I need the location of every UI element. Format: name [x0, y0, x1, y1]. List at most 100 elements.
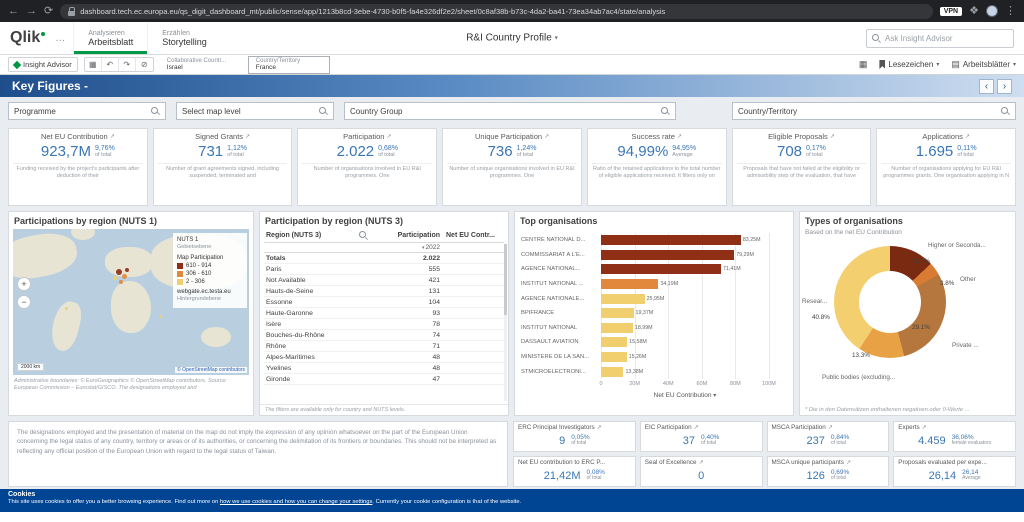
map-data-point[interactable] — [159, 315, 162, 318]
profile-avatar[interactable] — [986, 5, 998, 17]
bar[interactable] — [601, 308, 634, 318]
tab-analyze-sheet[interactable]: Analysieren Arbeitsblatt — [73, 22, 147, 54]
table-row[interactable]: Gironde 47 — [264, 374, 504, 385]
cell-region[interactable]: Yvelines — [264, 365, 368, 372]
bar-row[interactable]: MINISTERE DE LA SAN... 15,26M — [521, 350, 787, 365]
bar[interactable] — [601, 337, 627, 347]
cell-participation[interactable]: 93 — [368, 310, 440, 317]
qlik-logo[interactable]: Qlik — [0, 22, 55, 54]
filter-country-territory[interactable]: Country/Territory — [732, 102, 1016, 120]
cell-region[interactable]: Rhône — [264, 343, 368, 350]
table-row[interactable]: Paris 555 — [264, 264, 504, 275]
table-row[interactable]: Totals 2.022 — [264, 253, 504, 264]
map-data-point[interactable] — [116, 269, 122, 275]
external-link-icon[interactable]: ↗ — [828, 425, 833, 431]
app-menu-icon[interactable]: … — [55, 22, 73, 54]
map-data-point[interactable] — [125, 268, 129, 272]
filter-select-map-level[interactable]: Select map level — [176, 102, 334, 120]
search-icon[interactable] — [359, 231, 368, 240]
step-back-icon[interactable]: ↶ — [102, 58, 119, 71]
search-input[interactable] — [885, 34, 1008, 43]
bar-row[interactable]: STMICROELECTRONI... 13,38M — [521, 364, 787, 379]
bar-row[interactable]: INSTITUT NATIONAL ... 34,19M — [521, 277, 787, 292]
external-link-icon[interactable]: ↗ — [922, 425, 927, 431]
external-link-icon[interactable]: ↗ — [386, 134, 391, 140]
cell-region[interactable]: Gironde — [264, 376, 368, 383]
insight-advisor-search[interactable] — [866, 29, 1014, 48]
map[interactable]: + − 2000 km © OpenStreetMap contributors… — [13, 229, 249, 375]
map-data-point[interactable] — [119, 280, 123, 284]
cookie-settings-link[interactable]: how we use cookies and how you can chang… — [220, 499, 372, 505]
grid-view-icon[interactable]: ▦ — [859, 60, 868, 69]
cell-participation[interactable]: 555 — [368, 266, 440, 273]
external-link-icon[interactable]: ↗ — [677, 134, 682, 140]
bar[interactable] — [601, 367, 623, 377]
external-link-icon[interactable]: ↗ — [846, 460, 851, 466]
column-header-net-eu[interactable]: Net EU Contr... — [440, 232, 504, 239]
table-row[interactable]: Rhône 71 — [264, 341, 504, 352]
zoom-in-button[interactable]: + — [17, 277, 31, 291]
cell-region[interactable]: Totals — [264, 255, 368, 262]
bar-row[interactable]: DASSAULT AVIATION 15,58M — [521, 335, 787, 350]
app-title-dropdown[interactable]: R&I Country Profile▾ — [466, 33, 558, 44]
table-row[interactable]: Haute-Garonne 93 — [264, 308, 504, 319]
cell-participation[interactable]: 78 — [368, 321, 440, 328]
forward-icon[interactable]: → — [26, 6, 37, 17]
external-link-icon[interactable]: ↗ — [245, 134, 250, 140]
bar[interactable] — [601, 250, 734, 260]
step-forward-icon[interactable]: ↷ — [119, 58, 136, 71]
column-header-participation[interactable]: Participation — [368, 232, 440, 239]
zoom-out-button[interactable]: − — [17, 295, 31, 309]
tab-narrate-storytelling[interactable]: Erzählen Storytelling — [147, 22, 221, 54]
cell-participation[interactable]: 48 — [368, 365, 440, 372]
refresh-icon[interactable]: ⟳ — [44, 6, 53, 17]
cell-region[interactable]: Isère — [264, 321, 368, 328]
bar[interactable] — [601, 352, 627, 362]
map-data-point[interactable] — [122, 274, 127, 279]
external-link-icon[interactable]: ↗ — [965, 134, 970, 140]
cell-region[interactable]: Alpes-Maritimes — [264, 354, 368, 361]
bar-row[interactable]: CENTRE NATIONAL D... 83,25M — [521, 233, 787, 248]
filter-programme[interactable]: Programme — [8, 102, 166, 120]
bar-row[interactable]: BPIFRANCE 19,37M — [521, 306, 787, 321]
selections-icon[interactable]: ▦ — [85, 58, 102, 71]
next-sheet-button[interactable]: › — [997, 79, 1012, 94]
prev-sheet-button[interactable]: ‹ — [979, 79, 994, 94]
bar[interactable] — [601, 235, 741, 245]
bar-row[interactable]: AGENCE NATIONAL... 71,41M — [521, 262, 787, 277]
cell-region[interactable]: Hauts-de-Seine — [264, 288, 368, 295]
cell-region[interactable]: Bouches-du-Rhône — [264, 332, 368, 339]
table-row[interactable]: Bouches-du-Rhône 74 — [264, 330, 504, 341]
cell-region[interactable]: Haute-Garonne — [264, 310, 368, 317]
sheets-menu[interactable]: ▤ Arbeitsblätter ▾ — [951, 60, 1016, 69]
bar[interactable] — [601, 294, 645, 304]
extensions-icon[interactable]: ❖ — [969, 6, 979, 17]
back-icon[interactable]: ← — [8, 6, 19, 17]
bar[interactable] — [601, 323, 633, 333]
cell-participation[interactable]: 48 — [368, 354, 440, 361]
map-data-point[interactable] — [65, 307, 68, 310]
table-scrollbar[interactable] — [504, 244, 507, 401]
x-axis-label[interactable]: Net EU Contribution ▾ — [601, 392, 769, 399]
osm-attribution-link[interactable]: © OpenStreetMap contributors — [175, 367, 247, 373]
table-row[interactable]: Not Available 421 — [264, 275, 504, 286]
cell-participation[interactable]: 131 — [368, 288, 440, 295]
column-header-region[interactable]: Region (NUTS 3) — [264, 231, 368, 240]
external-link-icon[interactable]: ↗ — [544, 134, 549, 140]
map-data-point[interactable] — [113, 276, 117, 280]
table-row[interactable]: Isère 78 — [264, 319, 504, 330]
cell-participation[interactable]: 71 — [368, 343, 440, 350]
cell-participation[interactable]: 104 — [368, 299, 440, 306]
cell-participation[interactable]: 74 — [368, 332, 440, 339]
bar[interactable] — [601, 264, 721, 274]
cell-region[interactable]: Paris — [264, 266, 368, 273]
bar-row[interactable]: AGENCE NATIONALE... 25,95M — [521, 291, 787, 306]
cell-region[interactable]: Not Available — [264, 277, 368, 284]
clear-selections-icon[interactable]: ⊘ — [136, 58, 153, 71]
table-row[interactable]: Essonne 104 — [264, 297, 504, 308]
external-link-icon[interactable]: ↗ — [830, 134, 835, 140]
table-row[interactable]: Yvelines 48 — [264, 363, 504, 374]
cell-participation[interactable]: 47 — [368, 376, 440, 383]
bar-row[interactable]: INSTITUT NATIONAL 18,99M — [521, 321, 787, 336]
bookmarks-menu[interactable]: Lesezeichen ▾ — [879, 60, 939, 69]
